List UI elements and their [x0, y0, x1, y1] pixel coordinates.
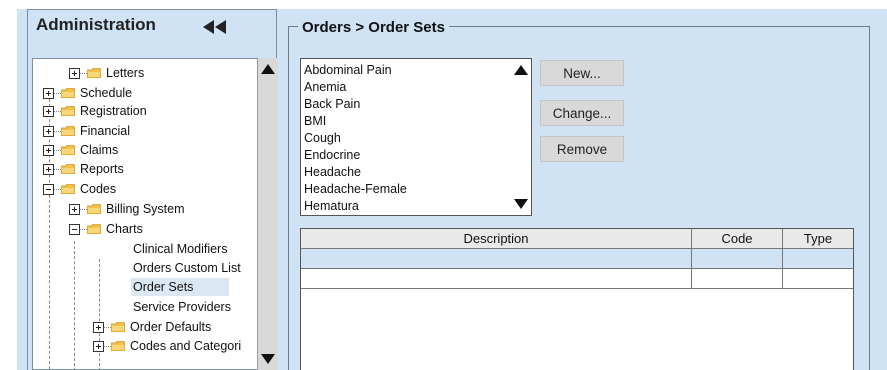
folder-icon — [61, 145, 75, 155]
tree-connector-line — [54, 131, 61, 132]
folder-icon — [111, 322, 125, 332]
order-sets-listbox[interactable]: Abdominal Pain Anemia Back Pain BMI Cough End… — [300, 58, 532, 216]
tree-item[interactable]: Letters — [33, 64, 257, 82]
collapse-icon[interactable] — [43, 184, 54, 195]
order-set-items-table: Description Code Type — [300, 228, 854, 370]
expand-icon[interactable] — [93, 341, 104, 352]
tree-item[interactable]: Schedule — [33, 84, 257, 102]
tree-item-label: Reports — [80, 162, 124, 176]
scroll-down-arrow-icon[interactable] — [261, 354, 275, 364]
tree-item[interactable]: Reports — [33, 160, 257, 178]
expand-icon[interactable] — [43, 106, 54, 117]
folder-icon — [87, 204, 101, 214]
tree-item[interactable]: Order Defaults — [33, 318, 257, 336]
tree-item[interactable]: Charts — [33, 220, 257, 238]
table-row[interactable] — [301, 269, 853, 289]
tree-item[interactable]: Order Sets — [33, 278, 257, 296]
tree-item-label: Letters — [106, 66, 145, 80]
list-item[interactable]: Hematura — [304, 198, 359, 215]
tree-item-label: Charts — [106, 222, 143, 236]
tree-item-label: Clinical Modifiers — [133, 242, 228, 256]
list-item[interactable]: Cough — [304, 130, 341, 147]
folder-icon — [111, 341, 125, 351]
table-cell-description — [301, 269, 692, 288]
tree-connector-line — [104, 327, 111, 328]
list-item[interactable]: Endocrine — [304, 147, 360, 164]
folder-icon — [87, 68, 101, 78]
tree-item-label: Codes — [80, 182, 117, 196]
column-header-code[interactable]: Code — [692, 229, 783, 249]
list-item[interactable]: Headache — [304, 164, 361, 181]
tree-item[interactable]: Billing System — [33, 200, 257, 218]
tree-connector-line — [104, 346, 111, 347]
tree-item[interactable]: Orders Custom List — [33, 259, 257, 277]
tree-connector-line — [54, 93, 61, 94]
tree-item-label: Financial — [80, 124, 131, 138]
tree-connector-line — [54, 169, 61, 170]
folder-icon — [61, 88, 75, 98]
scroll-up-arrow-icon[interactable] — [261, 64, 275, 74]
scroll-up-arrow-icon[interactable] — [514, 65, 528, 75]
list-item[interactable]: Anemia — [304, 79, 346, 96]
tree-connector-line — [54, 111, 61, 112]
expand-icon[interactable] — [69, 204, 80, 215]
scroll-down-arrow-icon[interactable] — [514, 199, 528, 209]
tree-item-label: Service Providers — [133, 300, 231, 314]
folder-icon — [61, 106, 75, 116]
tree-item-label: Codes and Categori — [130, 339, 242, 353]
tree-item[interactable]: Registration — [33, 102, 257, 120]
tree-connector-line — [54, 189, 61, 190]
new-button[interactable]: New... — [540, 60, 624, 86]
table-cell-code — [692, 249, 783, 268]
column-header-description[interactable]: Description — [301, 229, 692, 249]
table-row[interactable] — [301, 249, 853, 269]
folder-icon — [61, 126, 75, 136]
sidebar-title: Administration — [36, 15, 156, 34]
table-cell-type — [783, 249, 853, 268]
tree-item-label: Claims — [80, 143, 119, 157]
tree-item[interactable]: Claims — [33, 141, 257, 159]
tree-scrollbar[interactable] — [257, 58, 278, 370]
tree-connector-line — [80, 229, 87, 230]
folder-icon — [61, 184, 75, 194]
tree-connector-line — [80, 73, 87, 74]
expand-icon[interactable] — [43, 126, 54, 137]
tree-item-label: Registration — [80, 104, 147, 118]
expand-icon[interactable] — [93, 322, 104, 333]
table-cell-type — [783, 269, 853, 288]
collapse-icon[interactable] — [69, 224, 80, 235]
expand-icon[interactable] — [43, 88, 54, 99]
tree-connector-line — [80, 209, 87, 210]
tree-item[interactable]: Codes — [33, 180, 257, 198]
tree-item-label: Billing System — [106, 202, 185, 216]
listbox-scrollbar[interactable] — [511, 59, 531, 215]
tree-item[interactable]: Service Providers — [33, 298, 257, 316]
table-cell-code — [692, 269, 783, 288]
list-item[interactable]: Abdominal Pain — [304, 62, 392, 79]
expand-icon[interactable] — [69, 68, 80, 79]
tree-item[interactable]: Clinical Modifiers — [33, 240, 257, 258]
list-item[interactable]: Back Pain — [304, 96, 360, 113]
tree-item-label: Order Defaults — [130, 320, 212, 334]
admin-tree: Letters Schedule Registration Financial Clai… — [32, 58, 258, 370]
list-item[interactable]: BMI — [304, 113, 326, 130]
column-header-type[interactable]: Type — [783, 229, 853, 249]
double-left-chevron-icon[interactable] — [203, 20, 229, 34]
tree-item[interactable]: Financial — [33, 122, 257, 140]
remove-button[interactable]: Remove — [540, 136, 624, 162]
group-title: Orders > Order Sets — [298, 19, 449, 36]
expand-icon[interactable] — [43, 145, 54, 156]
list-item[interactable]: Headache-Female — [304, 181, 407, 198]
folder-icon — [87, 224, 101, 234]
expand-icon[interactable] — [43, 164, 54, 175]
folder-icon — [61, 164, 75, 174]
tree-connector-line — [54, 150, 61, 151]
tree-item-label: Orders Custom List — [133, 261, 241, 275]
table-cell-description — [301, 249, 692, 268]
tree-item[interactable]: Codes and Categori — [33, 337, 257, 355]
change-button[interactable]: Change... — [540, 100, 624, 126]
tree-item-label: Schedule — [80, 86, 133, 100]
tree-item-label: Order Sets — [131, 278, 230, 296]
